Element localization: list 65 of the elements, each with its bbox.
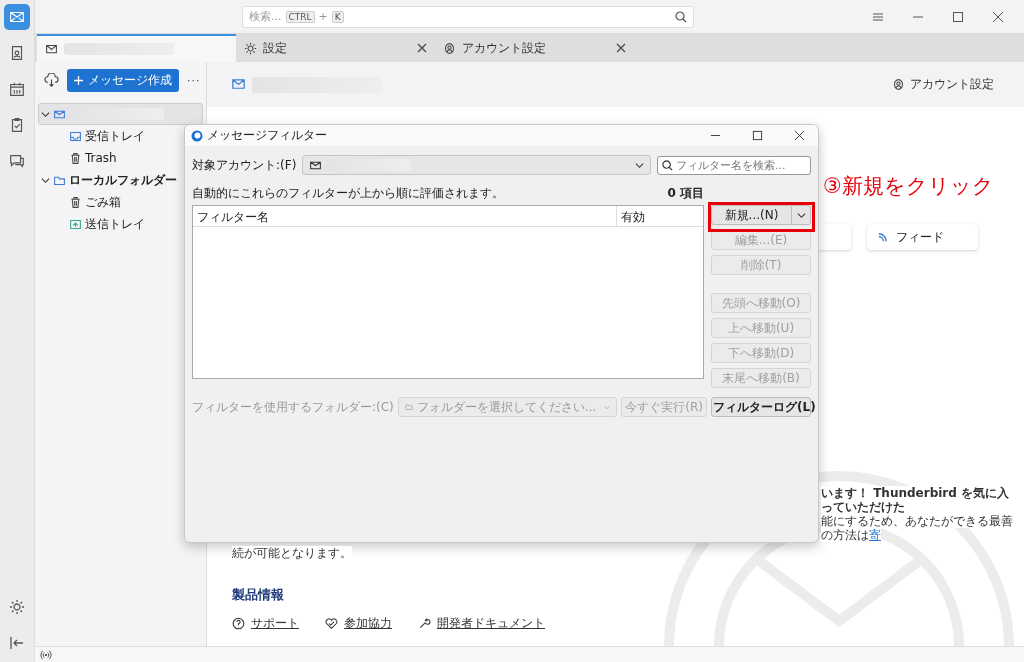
settings-icon [9, 599, 25, 615]
person-icon [443, 41, 456, 55]
tray-icon [69, 217, 82, 231]
folder-row[interactable]: 受信トレイ [38, 125, 148, 147]
gear-icon [244, 41, 257, 55]
rss-icon [877, 231, 888, 243]
collapse-icon [9, 635, 25, 651]
close-icon [793, 130, 805, 141]
envelope-icon [45, 42, 58, 56]
folder-row[interactable]: 送信トレイ [38, 213, 148, 235]
trash-icon [69, 195, 82, 209]
section-heading: 製品情報 [232, 586, 285, 604]
more-button[interactable]: ··· [187, 74, 201, 87]
annotation-text: ③新規をクリック [823, 173, 994, 200]
close-icon[interactable] [417, 43, 427, 53]
description-text: 自動的にこれらのフィルターが上から順に評価されます。 [192, 185, 504, 202]
folder-row[interactable]: ごみ箱 [38, 191, 124, 213]
question-icon [232, 617, 245, 630]
developer-link[interactable]: 開発者ドキュメント [418, 616, 545, 631]
new-button[interactable]: 新規...(N) [711, 205, 792, 225]
support-link[interactable]: サポート [232, 616, 299, 631]
item-count: 0 項目 [667, 185, 704, 202]
contribute-link[interactable]: 参加協力 [325, 616, 392, 631]
feed-card[interactable]: フィード [867, 224, 978, 250]
account-settings-button[interactable]: アカウント設定 [892, 77, 994, 92]
column-header[interactable]: フィルター名 [193, 206, 617, 226]
tray-icon [69, 129, 82, 143]
search-icon [662, 159, 673, 171]
mail-tab[interactable] [37, 34, 236, 62]
dropdown-button[interactable] [792, 205, 811, 225]
chevron-icon [635, 160, 644, 170]
mail-icon [231, 77, 246, 92]
filter-list[interactable]: フィルター名 有効 [192, 205, 704, 379]
chevron-icon [796, 210, 806, 220]
app-logo-icon [191, 129, 203, 142]
search-icon [675, 10, 687, 23]
trash-icon [69, 151, 82, 165]
compose-button[interactable]: メッセージ作成 [67, 69, 179, 92]
account-tab[interactable]: アカウント設定 [435, 34, 634, 62]
folder-label: フィルターを使用するフォルダー:(C) [192, 398, 394, 416]
plus-icon [74, 76, 83, 85]
account-label: 対象アカウント:(F) [192, 156, 297, 174]
close-icon[interactable] [616, 43, 626, 53]
chevron-icon[interactable] [41, 175, 50, 185]
maximize-icon [751, 130, 763, 141]
settings-tab[interactable]: 設定 [236, 34, 435, 62]
folder-icon [404, 401, 413, 413]
search-field[interactable]: 検索... CTRL + K [242, 5, 694, 28]
column-header[interactable]: 有効 [617, 206, 703, 226]
mail-space-button[interactable] [4, 4, 30, 30]
menu-icon [872, 10, 884, 23]
cloud-download-icon[interactable] [44, 73, 59, 88]
calendar-icon [8, 80, 26, 98]
heart-icon [325, 617, 338, 630]
chat-icon [8, 152, 26, 170]
chevron-icon[interactable] [41, 109, 50, 119]
radio-icon[interactable] [39, 649, 53, 660]
maximize-icon [952, 10, 964, 23]
folder-row[interactable]: Trash [38, 147, 120, 169]
wrench-icon [418, 617, 431, 630]
dialog-title: メッセージフィルター [207, 128, 327, 143]
donate-link[interactable]: 寄 [869, 528, 881, 542]
filter-search-field[interactable]: フィルター名を検索... [657, 155, 811, 175]
person-icon [892, 78, 905, 91]
close-icon [992, 10, 1004, 23]
